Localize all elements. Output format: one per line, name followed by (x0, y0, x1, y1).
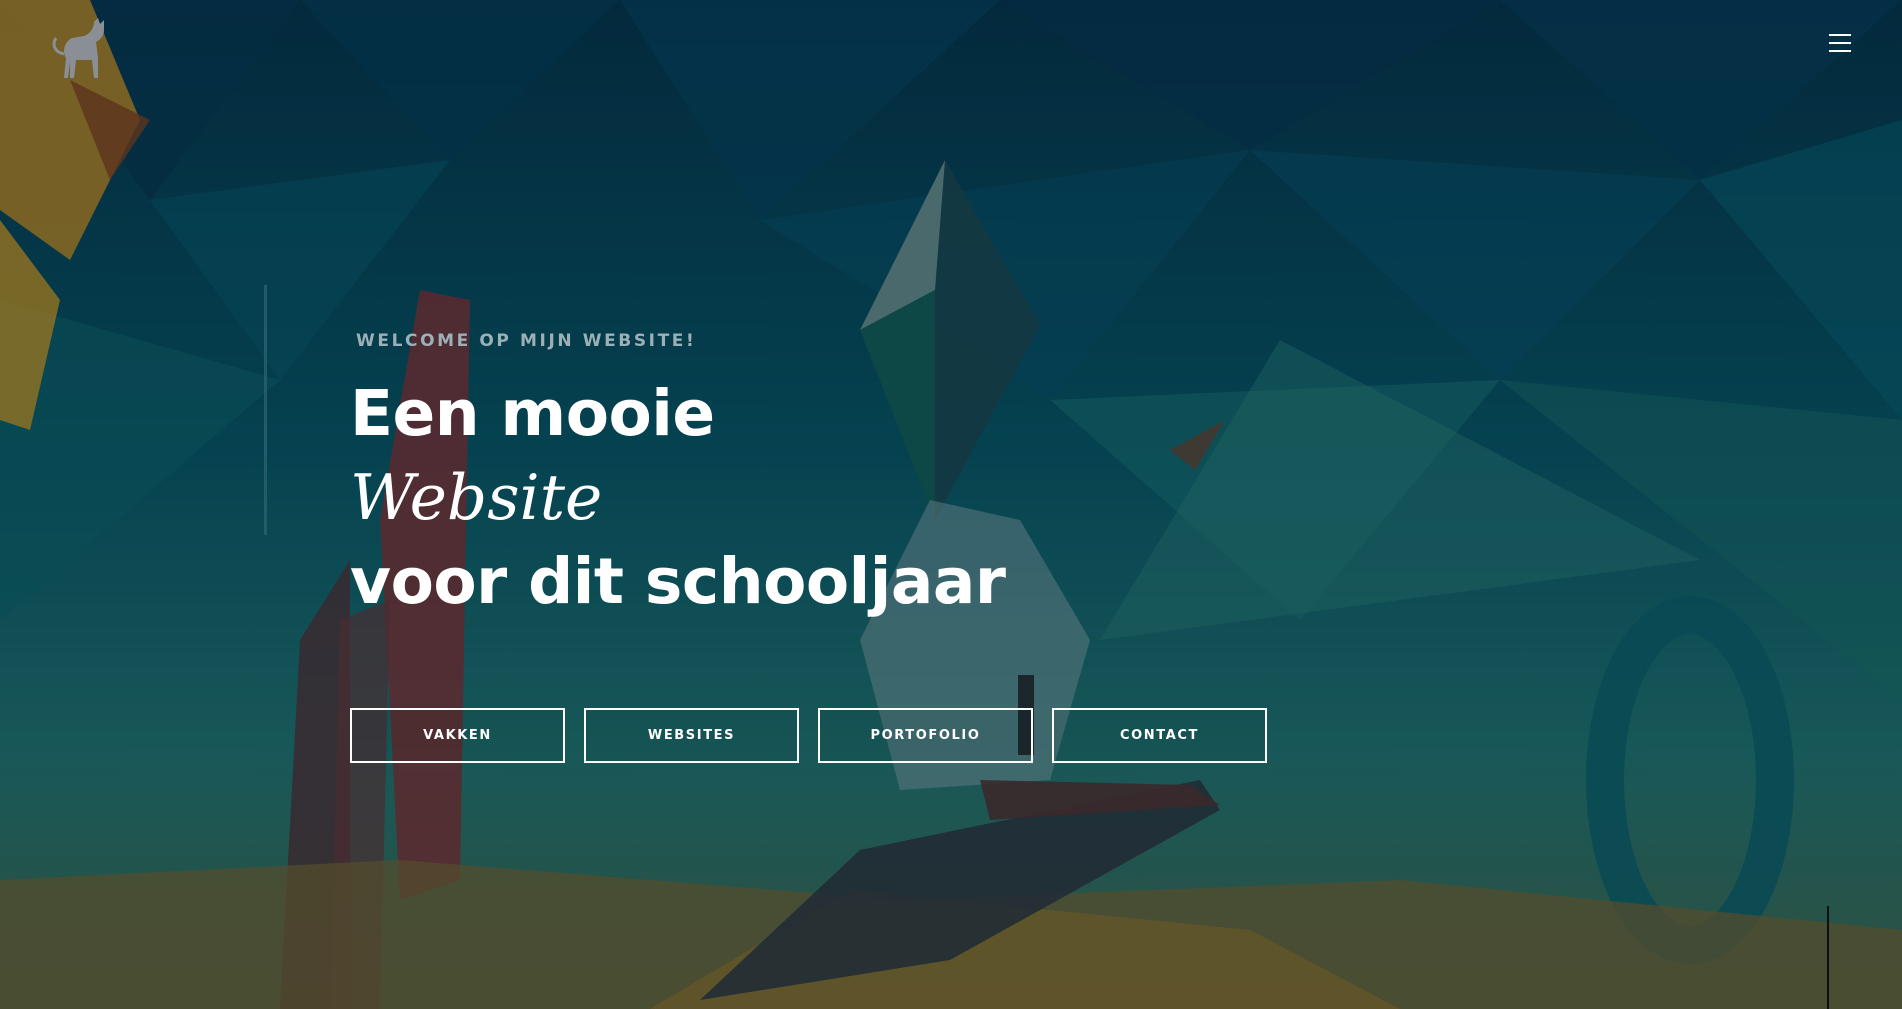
cat-logo-icon[interactable] (46, 14, 116, 84)
portofolio-button[interactable]: PORTOFOLIO (818, 708, 1033, 763)
menu-bar-bottom (1829, 50, 1851, 52)
websites-button[interactable]: WEBSITES (584, 708, 799, 763)
hamburger-menu-icon[interactable] (1826, 30, 1856, 56)
page: WELCOME OP MIJN WEBSITE! Een mooie Websi… (0, 0, 1902, 1009)
welcome-eyebrow: WELCOME OP MIJN WEBSITE! (356, 331, 697, 351)
hero-title-line-2: Website (350, 461, 603, 534)
hero-title-line-3: voor dit schooljaar (350, 545, 1006, 618)
hero-title-line-1: Een mooie (350, 377, 715, 450)
hero-section: WELCOME OP MIJN WEBSITE! Een mooie Websi… (350, 330, 1250, 624)
menu-bar-middle (1829, 42, 1851, 44)
menu-bar-top (1829, 34, 1851, 36)
vakken-button[interactable]: VAKKEN (350, 708, 565, 763)
hero-button-row: VAKKEN WEBSITES PORTOFOLIO CONTACT (350, 708, 1267, 763)
contact-button[interactable]: CONTACT (1052, 708, 1267, 763)
scroll-indicator-line (1827, 906, 1829, 1009)
